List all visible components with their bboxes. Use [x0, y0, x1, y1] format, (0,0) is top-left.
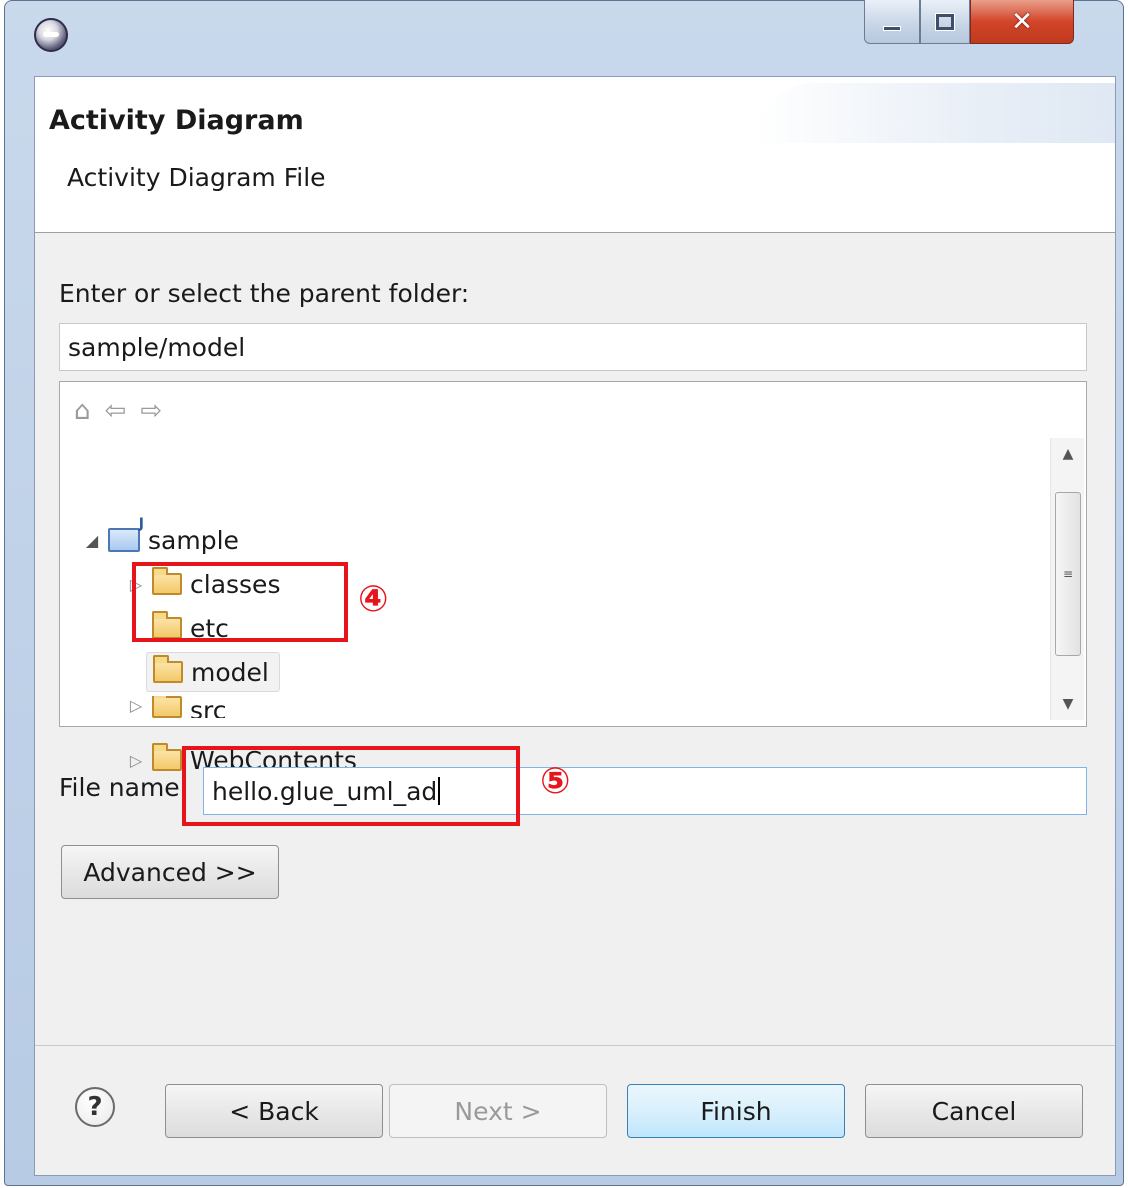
finish-button[interactable]: Finish — [627, 1084, 845, 1138]
tree-item-label: src — [190, 696, 227, 718]
expand-triangle-icon[interactable]: ▷ — [126, 751, 146, 770]
wizard-header: Activity Diagram Activity Diagram File — [35, 77, 1115, 233]
advanced-button[interactable]: Advanced >> — [61, 845, 279, 899]
minimize-button[interactable] — [864, 0, 920, 44]
folder-tree-panel[interactable]: ⌂ ⇦ ⇨ ◢ sample ▷ classes etc model — [59, 381, 1087, 775]
minimize-icon — [883, 26, 901, 31]
back-button[interactable]: < Back — [165, 1084, 383, 1138]
next-button[interactable]: Next > — [389, 1084, 607, 1138]
forward-arrow-icon[interactable]: ⇨ — [140, 398, 162, 424]
tree-nav-toolbar: ⌂ ⇦ ⇨ — [74, 398, 162, 424]
scroll-down-icon[interactable]: ▼ — [1051, 688, 1085, 720]
folder-icon — [152, 696, 182, 718]
page-title: Activity Diagram — [49, 105, 304, 136]
annotation-label-4: ④ — [358, 579, 389, 620]
eclipse-gear-icon — [34, 18, 68, 52]
back-arrow-icon[interactable]: ⇦ — [105, 398, 127, 424]
maximize-icon — [935, 12, 955, 31]
home-icon[interactable]: ⌂ — [74, 398, 91, 424]
folder-icon — [152, 743, 182, 771]
collapse-triangle-icon[interactable]: ◢ — [82, 531, 102, 550]
annotation-box-model — [132, 562, 348, 642]
close-icon: ✕ — [1011, 6, 1033, 37]
tree-item-model[interactable]: model — [146, 652, 280, 692]
annotation-label-5: ⑤ — [540, 761, 571, 802]
project-folder-icon — [108, 516, 144, 552]
title-bar: ✕ — [4, 0, 1124, 76]
maximize-button[interactable] — [920, 0, 970, 44]
tree-item-sample[interactable]: ◢ sample — [82, 516, 239, 560]
tree-item-label: model — [191, 657, 269, 687]
parent-folder-input[interactable]: sample/model — [59, 323, 1087, 371]
header-banner-graphic — [755, 83, 1115, 143]
parent-folder-value: sample/model — [68, 332, 246, 362]
cancel-button[interactable]: Cancel — [865, 1084, 1083, 1138]
tree-item-src[interactable]: ▷ src — [126, 696, 227, 718]
wizard-dialog: ✕ Activity Diagram Activity Diagram File… — [0, 0, 1128, 1188]
scroll-up-icon[interactable]: ▲ — [1051, 438, 1085, 470]
file-name-label: File name: — [59, 773, 189, 802]
page-description: Activity Diagram File — [67, 163, 326, 192]
button-bar-divider — [35, 1045, 1115, 1046]
expand-triangle-icon[interactable]: ▷ — [126, 696, 146, 715]
scroll-thumb[interactable]: ≡ — [1055, 492, 1081, 656]
tree-scrollbar[interactable]: ▲ ≡ ▼ — [1050, 438, 1084, 720]
tree-item-label: sample — [148, 525, 239, 555]
annotation-box-filename — [182, 746, 520, 826]
help-icon[interactable]: ? — [75, 1087, 115, 1127]
folder-icon — [153, 655, 183, 683]
close-button[interactable]: ✕ — [970, 0, 1074, 44]
parent-folder-label: Enter or select the parent folder: — [59, 279, 470, 308]
